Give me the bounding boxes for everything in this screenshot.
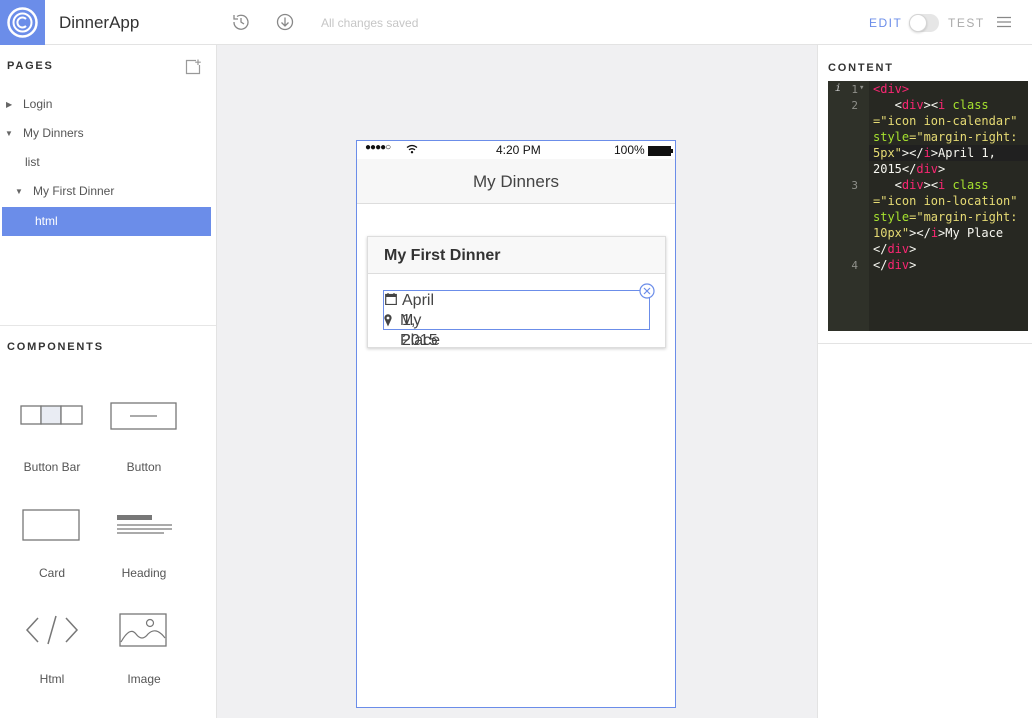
hamburger-menu-icon[interactable] [997,16,1011,28]
component-label: Button Bar [23,460,81,474]
phone-preview: ●●●●○ 4:20 PM 100% My Dinners My First D… [356,140,676,708]
content-title: CONTENT [828,62,894,74]
top-bar: DinnerApp All changes saved EDIT TEST [0,0,1032,45]
page-item-login[interactable]: ▶ Login [0,90,211,119]
panel-divider [818,343,1032,344]
collapse-arrow-icon[interactable]: ▼ [5,119,13,148]
component-button-bar[interactable]: Button Bar [12,400,92,480]
download-icon[interactable] [275,12,295,32]
app-title: DinnerApp [59,13,140,32]
status-time: 4:20 PM [496,143,541,157]
dinner-card[interactable]: My First Dinner April 1, 2015 My Place [367,236,666,349]
save-status: All changes saved [321,16,419,30]
pages-title: PAGES [7,60,54,72]
line-number: 1 [851,83,858,96]
toggle-knob [909,14,927,32]
test-mode-label[interactable]: TEST [948,16,985,30]
status-bar: ●●●●○ 4:20 PM 100% [357,141,675,159]
html-code-icon [25,615,79,645]
component-image[interactable]: Image [104,612,184,692]
html-component-selected[interactable]: April 1, 2015 My Place [383,290,650,349]
battery-icon [648,146,673,156]
remove-component-icon[interactable] [639,283,655,299]
component-label: Button [126,460,162,474]
logo-icon [7,7,38,38]
component-button[interactable]: Button [104,400,184,480]
collapse-arrow-icon[interactable]: ▼ [15,177,23,206]
code-line: </div> [873,258,917,272]
app-logo[interactable] [0,0,45,45]
component-card[interactable]: Card [12,506,92,586]
page-item-my-dinners[interactable]: ▼ My Dinners [0,119,211,148]
left-panel: PAGES ▶ Login ▼ My Dinners list ▼ My Fir… [0,45,217,718]
expand-arrow-icon[interactable]: ▶ [6,90,12,119]
page-item-label: My Dinners [23,126,84,140]
page-item-list[interactable]: list [0,148,211,177]
panel-divider [0,325,216,326]
heading-icon [117,515,172,534]
add-page-icon[interactable] [185,59,201,75]
button-icon [110,402,177,430]
card-title: My First Dinner [368,237,665,274]
editor-gutter: i 1 ▾ 2 3 4 [828,81,869,331]
page-item-label: Login [23,97,53,111]
location-icon [384,314,392,327]
page-item-label: html [35,214,58,228]
component-heading[interactable]: Heading [104,506,184,586]
edit-test-toggle[interactable] [909,14,939,32]
line-number: 4 [851,259,858,272]
component-html[interactable]: Html [12,612,92,692]
edit-mode-label[interactable]: EDIT [869,16,902,30]
component-label: Html [39,672,65,686]
signal-strength: ●●●●○ [365,142,391,153]
component-label: Image [127,672,161,686]
page-item-label: list [25,155,40,169]
component-label: Card [38,566,65,580]
page-item-label: My First Dinner [33,184,115,198]
code-line: <div> [873,82,910,96]
battery-percent: 100% [614,143,645,157]
code-line: <div><i class ="icon ion-calendar" style… [873,98,1018,176]
right-panel: CONTENT i 1 ▾ 2 3 4 <div> <div><i class … [817,45,1032,718]
line-number: 3 [851,179,858,192]
line-number: 2 [851,99,858,112]
nav-bar-title: My Dinners [357,159,675,204]
fold-arrow-icon[interactable]: ▾ [859,83,864,93]
component-label: Heading [121,566,167,580]
history-icon[interactable] [231,12,251,32]
calendar-icon [385,293,397,305]
code-line: <div><i class ="icon ion-location" style… [873,178,1018,256]
wifi-icon [406,144,418,154]
code-editor[interactable]: i 1 ▾ 2 3 4 <div> <div><i class ="icon i… [828,81,1028,331]
location-text: My Place [400,312,441,349]
page-item-html[interactable]: html [2,207,211,236]
card-icon [22,509,80,541]
design-canvas: ●●●●○ 4:20 PM 100% My Dinners My First D… [217,45,817,718]
button-bar-icon [20,405,83,425]
image-icon [119,613,167,647]
page-item-my-first-dinner[interactable]: ▼ My First Dinner [0,177,211,206]
components-title: COMPONENTS [7,341,104,353]
